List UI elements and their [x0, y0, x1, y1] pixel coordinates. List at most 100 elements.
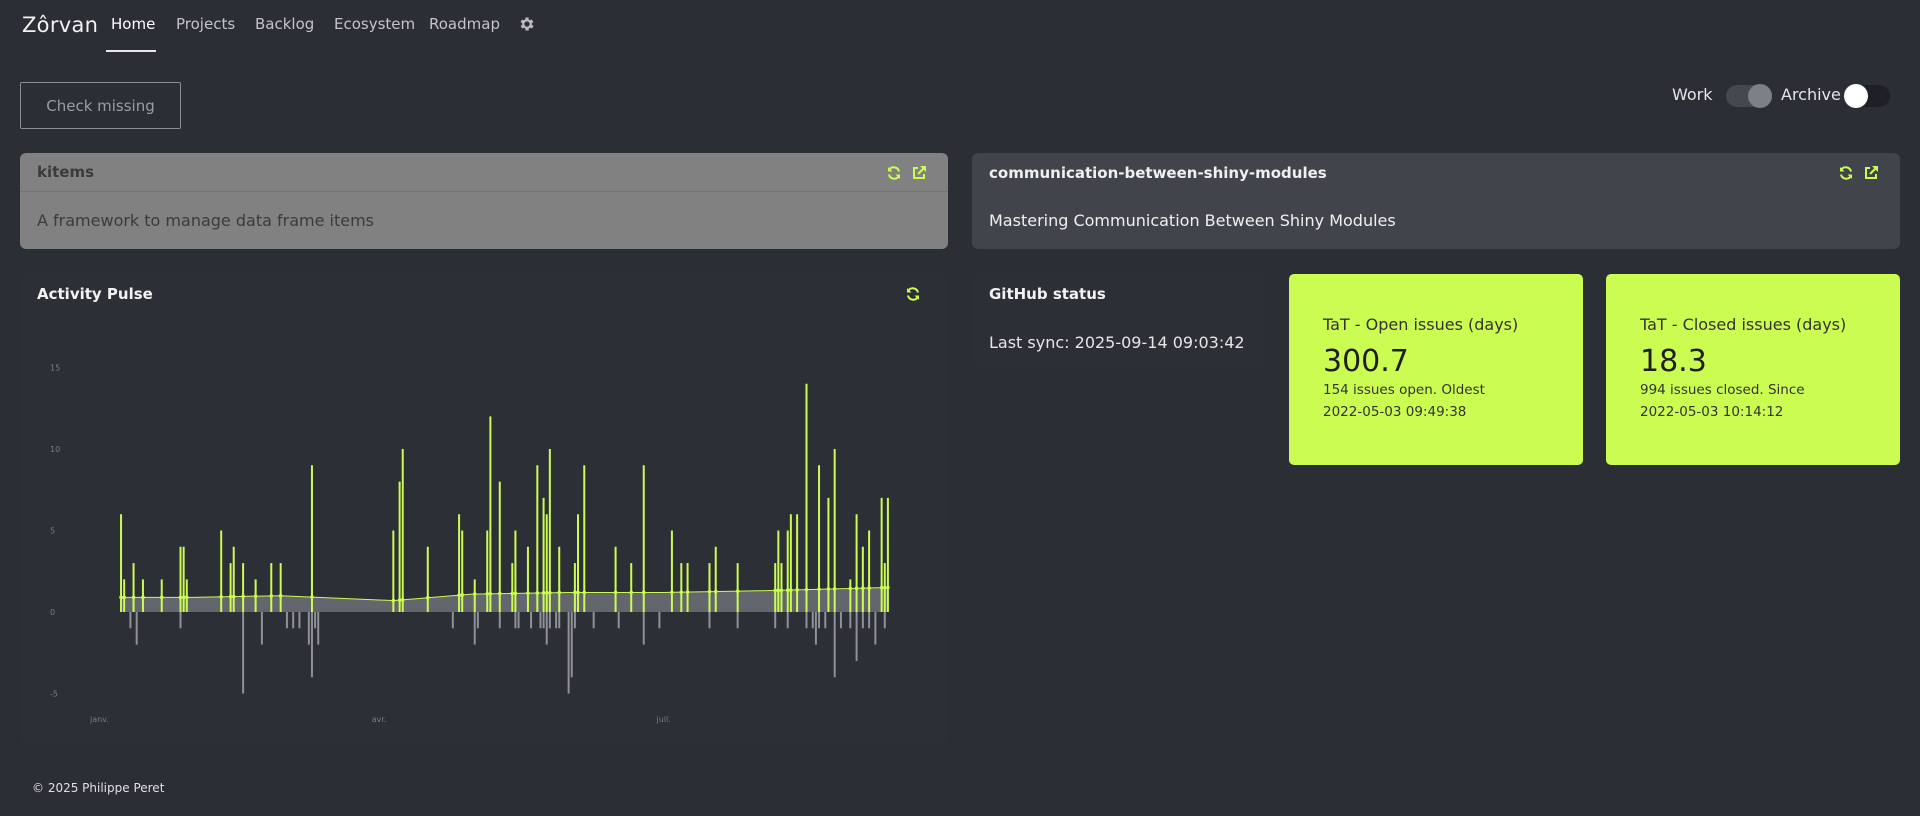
github-status-card: GitHub status Last sync: 2025-09-14 09:0… — [972, 274, 1264, 368]
trend-point — [510, 591, 515, 596]
project-name: kitems — [37, 163, 95, 181]
project-card-header: kitems — [20, 153, 948, 192]
trend-point — [457, 593, 461, 597]
tat-date: 2022-05-03 09:49:38 — [1323, 404, 1467, 420]
trend-point — [789, 588, 793, 592]
refresh-icon[interactable] — [905, 286, 921, 302]
project-description: A framework to manage data frame items — [37, 211, 374, 230]
trend-point — [472, 592, 477, 596]
y-tick-label: 10 — [50, 445, 60, 454]
trend-point — [397, 598, 402, 602]
trend-point — [391, 598, 396, 603]
trend-point — [513, 591, 518, 596]
trend-point — [707, 589, 712, 594]
trend-point — [425, 595, 430, 600]
trend-point — [641, 590, 646, 595]
trend-point — [400, 598, 405, 602]
x-tick-label: janv. — [89, 715, 109, 724]
trend-point — [886, 585, 890, 590]
refresh-icon[interactable] — [1838, 165, 1854, 181]
trend-point — [219, 595, 223, 599]
trend-point — [679, 590, 684, 594]
trend-point — [131, 595, 136, 600]
trend-point — [253, 594, 258, 598]
toggle-knob — [1844, 84, 1868, 108]
trend-point — [573, 590, 577, 595]
toggle-knob — [1748, 84, 1772, 108]
baseline-band — [121, 587, 888, 612]
work-toggle-label: Work — [1672, 85, 1713, 104]
trend-point — [535, 591, 540, 595]
nav-roadmap[interactable]: Roadmap — [429, 15, 500, 33]
check-missing-button[interactable]: Check missing — [20, 82, 181, 129]
trend-point — [231, 594, 236, 599]
archive-toggle-label: Archive — [1781, 85, 1841, 104]
trend-point — [817, 587, 821, 592]
trend-point — [861, 586, 865, 590]
work-toggle[interactable] — [1726, 84, 1772, 108]
last-sync-text: Last sync: 2025-09-14 09:03:42 — [989, 333, 1245, 352]
trend-point — [785, 588, 790, 592]
tat-title: TaT - Closed issues (days) — [1640, 315, 1847, 334]
x-tick-label: juil. — [656, 715, 671, 724]
tat-value: 300.7 — [1323, 344, 1409, 379]
project-name: communication-between-shiny-modules — [989, 163, 1327, 182]
trend-point — [576, 590, 580, 595]
trend-point — [119, 595, 123, 600]
tat-title: TaT - Open issues (days) — [1323, 315, 1519, 334]
project-card-kitems: kitems A framework to manage data frame … — [20, 153, 948, 249]
trend-point — [735, 589, 740, 593]
tat-detail: 154 issues open. Oldest — [1323, 382, 1485, 398]
trend-point — [826, 587, 831, 591]
nav-backlog[interactable]: Backlog — [255, 15, 314, 33]
trend-point — [544, 591, 549, 595]
brand-logo[interactable]: Zôrvan — [22, 13, 98, 37]
trend-point — [184, 595, 189, 600]
nav-home[interactable]: Home — [111, 15, 155, 33]
project-description: Mastering Communication Between Shiny Mo… — [989, 211, 1396, 230]
trend-point — [832, 587, 837, 591]
trend-point — [713, 589, 718, 594]
trend-point — [804, 587, 809, 592]
external-link-icon[interactable] — [911, 165, 927, 181]
trend-point — [557, 590, 562, 595]
trend-point — [497, 591, 502, 596]
trend-point — [181, 595, 186, 600]
trend-point — [485, 592, 490, 596]
trend-point — [685, 590, 690, 594]
activity-pulse-title: Activity Pulse — [37, 285, 153, 303]
nav-ecosystem[interactable]: Ecosystem — [334, 15, 415, 33]
trend-point — [795, 588, 799, 592]
archive-toggle[interactable] — [1844, 84, 1890, 108]
trend-point — [879, 585, 884, 590]
activity-pulse-chart: 15 10 5 0 -5 janv. avr. juil. — [50, 364, 890, 724]
tat-date: 2022-05-03 10:14:12 — [1640, 404, 1784, 420]
trend-point — [141, 595, 145, 600]
activity-pulse-card: 15 10 5 0 -5 janv. avr. juil. Activity Pulse — [20, 274, 948, 746]
trend-point — [241, 594, 245, 599]
trend-point — [613, 590, 618, 595]
footer-copyright: © 2025 Philippe Peret — [32, 781, 165, 795]
trend-point — [882, 585, 887, 590]
trend-point — [854, 586, 859, 591]
trend-point — [670, 590, 674, 595]
tat-value: 18.3 — [1640, 344, 1707, 379]
external-link-icon[interactable] — [1863, 165, 1879, 181]
refresh-icon[interactable] — [886, 165, 902, 181]
trend-point — [776, 588, 781, 593]
navbar: Zôrvan Home Projects Backlog Ecosystem R… — [0, 0, 1920, 52]
gear-icon[interactable] — [518, 15, 536, 33]
trend-point — [582, 590, 587, 595]
nav-projects[interactable]: Projects — [176, 15, 235, 33]
trend-point — [541, 591, 546, 595]
trend-point — [526, 591, 530, 595]
github-status-title: GitHub status — [989, 285, 1106, 303]
project-card-communication: communication-between-shiny-modules Mast… — [972, 153, 1900, 249]
trend-point — [310, 595, 314, 599]
y-tick-label: -5 — [50, 690, 58, 699]
active-tab-indicator — [106, 50, 156, 52]
trend-point — [159, 595, 164, 600]
trend-point — [548, 590, 552, 595]
trend-point — [269, 594, 274, 598]
trend-point — [848, 586, 853, 591]
